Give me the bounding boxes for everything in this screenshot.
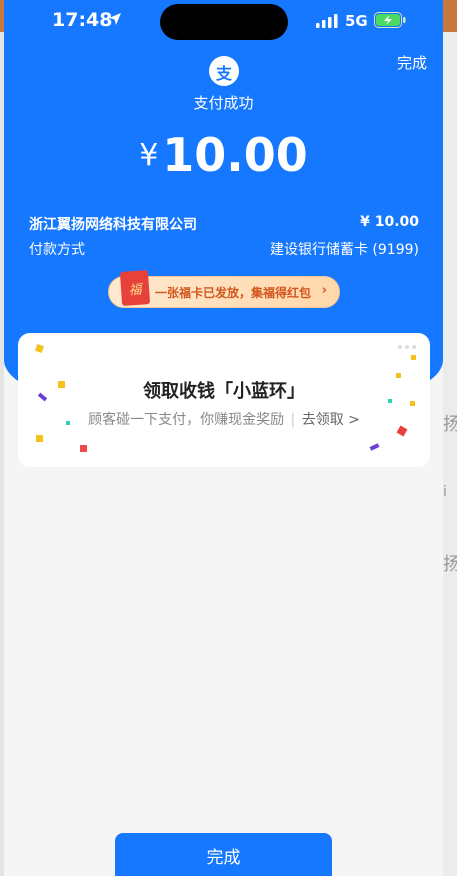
chevron-right-icon: > bbox=[348, 412, 360, 428]
done-button[interactable]: 完成 bbox=[115, 833, 332, 876]
card-title: 领取收钱「小蓝环」 bbox=[143, 381, 305, 402]
currency-symbol: ¥ bbox=[139, 138, 159, 173]
fu-card-promo-banner[interactable]: 福 一张福卡已发放，集福得红包 › bbox=[108, 270, 340, 308]
merchant-amount: ¥ 10.00 bbox=[360, 214, 419, 230]
fu-card-icon: 福 bbox=[119, 270, 151, 306]
card-divider: | bbox=[290, 412, 296, 428]
more-dots-icon bbox=[398, 345, 416, 349]
card-subtitle-text: 顾客碰一下支付，你赚现金奖励 bbox=[88, 412, 285, 428]
status-bar: 17:48 5G bbox=[4, 0, 443, 44]
network-type: 5G bbox=[345, 12, 368, 30]
battery-charging-icon bbox=[374, 12, 406, 28]
confetti-piece bbox=[369, 443, 380, 451]
promo-text: 一张福卡已发放，集福得红包 bbox=[155, 286, 312, 300]
done-link-top[interactable]: 完成 bbox=[397, 52, 427, 73]
payment-result-sheet: 17:48 5G 完成 支 支付成功 ¥10.00 浙江翼扬网络科技有限公司 ¥… bbox=[4, 0, 443, 876]
payment-amount: ¥10.00 bbox=[4, 128, 443, 182]
chevron-right-icon: › bbox=[321, 283, 327, 298]
background-glyph: ⅰ bbox=[443, 484, 447, 500]
background-page-right-edge: 扬 ⅰ 扬 bbox=[443, 32, 457, 876]
alipay-logo-icon: 支 bbox=[209, 56, 239, 86]
background-glyph: 扬 bbox=[443, 554, 457, 575]
merchant-name: 浙江翼扬网络科技有限公司 bbox=[29, 217, 197, 233]
page-title: 支付成功 bbox=[193, 94, 254, 112]
clock: 17:48 bbox=[52, 9, 113, 31]
confetti-piece bbox=[411, 355, 416, 360]
confetti-piece bbox=[80, 445, 87, 452]
merchant-row: 浙江翼扬网络科技有限公司 ¥ 10.00 bbox=[29, 214, 419, 234]
dynamic-island bbox=[160, 4, 288, 40]
background-glyph: 扬 bbox=[443, 414, 457, 435]
location-arrow-icon bbox=[109, 13, 121, 25]
amount-value: 10.00 bbox=[162, 128, 308, 182]
card-subtitle: 顾客碰一下支付，你赚现金奖励 | 去领取 > bbox=[18, 409, 430, 429]
confetti-piece bbox=[36, 435, 43, 442]
confetti-piece bbox=[35, 344, 44, 353]
blue-ring-promo-card[interactable]: 领取收钱「小蓝环」 顾客碰一下支付，你赚现金奖励 | 去领取 > bbox=[18, 333, 430, 467]
fu-card-glyph: 福 bbox=[128, 282, 143, 299]
payment-method-label: 付款方式 bbox=[29, 242, 85, 258]
signal-icon bbox=[316, 14, 338, 28]
payment-method-value: 建设银行储蓄卡 (9199) bbox=[269, 242, 419, 258]
payment-method-row: 付款方式 建设银行储蓄卡 (9199) bbox=[29, 239, 419, 259]
claim-link[interactable]: 去领取 bbox=[302, 412, 344, 428]
alipay-logo-glyph: 支 bbox=[215, 64, 232, 83]
